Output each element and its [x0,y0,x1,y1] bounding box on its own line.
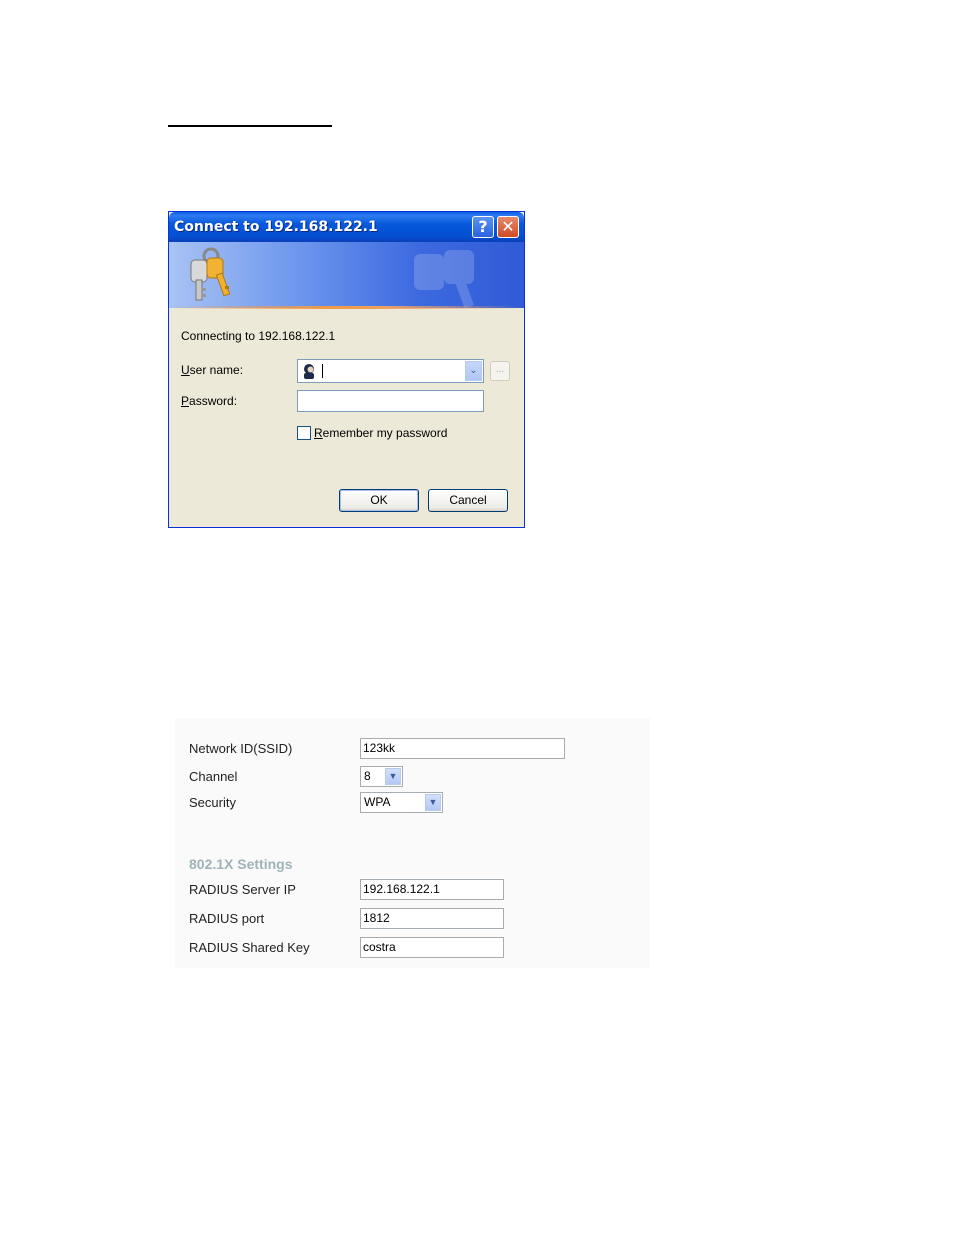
radius-shared-key-input[interactable]: costra [360,937,504,958]
username-dropdown-button[interactable]: ⌄ [465,361,482,381]
password-label: Password: [181,394,237,408]
dialog-titlebar[interactable]: Connect to 192.168.122.1 ? ✕ [169,212,524,242]
password-label-accel: P [181,394,190,408]
channel-label: Channel [189,769,238,784]
channel-select[interactable]: 8 ▼ [360,766,403,787]
section-8021x-title: 802.1X Settings [189,856,293,872]
channel-value: 8 [364,769,371,783]
security-value: WPA [364,795,391,809]
radius-port-label: RADIUS port [189,911,265,926]
dialog-banner [169,242,524,308]
login-dialog: Connect to 192.168.122.1 ? ✕ Connecting … [168,211,525,528]
username-label-accel: U [181,363,190,377]
connecting-text: Connecting to 192.168.122.1 [181,329,336,343]
ok-button[interactable]: OK [339,489,419,512]
keys-watermark-icon [414,250,474,308]
user-icon [304,364,314,379]
text-caret [322,364,323,378]
wireless-settings-panel: Network ID(SSID) 123kk Channel 8 ▼ Secur… [175,718,650,968]
ssid-label: Network ID(SSID) [189,741,293,756]
radius-server-ip-label: RADIUS Server IP [189,882,296,897]
username-label: User name: [181,363,243,377]
username-label-text: ser name: [189,363,244,377]
banner-accent-line [169,306,524,309]
username-combobox[interactable]: ⌄ [297,359,484,383]
security-label: Security [189,795,236,810]
chevron-down-icon[interactable]: ▼ [425,794,441,811]
cancel-button[interactable]: Cancel [428,489,508,512]
browse-button[interactable]: ... [490,361,510,381]
remember-text: emember my password [322,426,448,440]
password-label-text: assword: [189,394,238,408]
keys-icon [190,247,231,301]
radius-shared-key-label: RADIUS Shared Key [189,940,310,955]
dialog-title: Connect to 192.168.122.1 [174,219,378,235]
underline-rule [168,125,332,127]
ssid-input[interactable]: 123kk [360,738,565,759]
close-button[interactable]: ✕ [497,216,519,238]
security-select[interactable]: WPA ▼ [360,792,443,813]
remember-accel: R [314,426,323,440]
help-button[interactable]: ? [472,216,494,238]
chevron-down-icon[interactable]: ▼ [385,768,401,785]
radius-port-input[interactable]: 1812 [360,908,504,929]
password-input[interactable] [297,390,484,412]
remember-password-checkbox[interactable] [297,426,311,440]
radius-server-ip-input[interactable]: 192.168.122.1 [360,879,504,900]
remember-password-label[interactable]: Remember my password [314,426,447,440]
